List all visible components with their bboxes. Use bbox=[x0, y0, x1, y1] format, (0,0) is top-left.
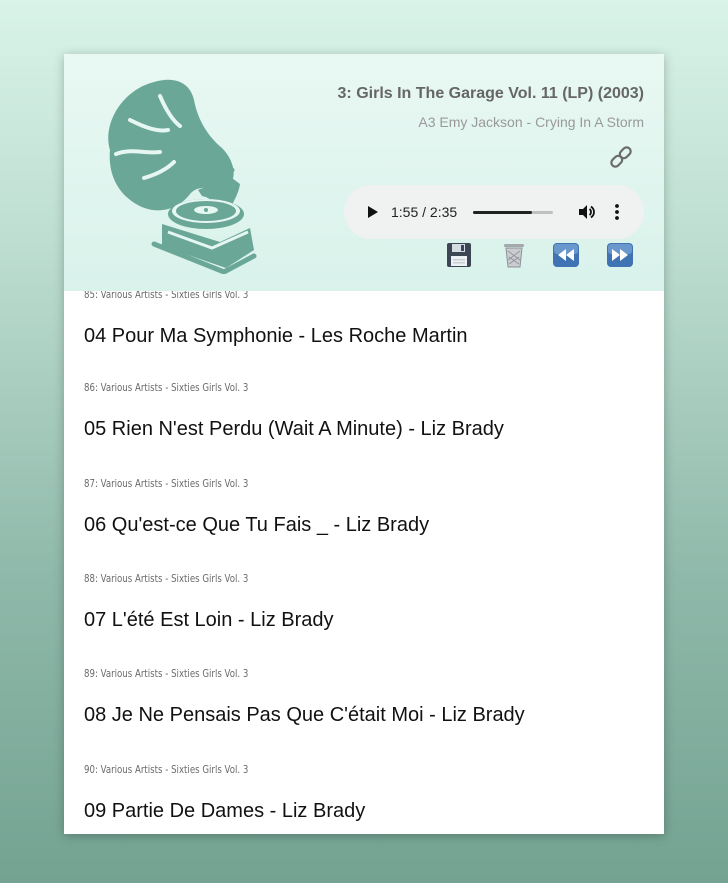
track-title[interactable]: 07 L'été Est Loin - Liz Brady bbox=[84, 608, 654, 632]
album-title: 3: Girls In The Garage Vol. 11 (LP) (200… bbox=[337, 85, 644, 102]
track-meta: 90: Various Artists - Sixties Girls Vol.… bbox=[84, 764, 249, 776]
play-icon[interactable] bbox=[362, 202, 382, 222]
playback-time: 1:55 / 2:35 bbox=[391, 204, 458, 220]
seek-bar[interactable] bbox=[473, 211, 553, 214]
floppy-disk-icon[interactable] bbox=[444, 240, 474, 270]
list-item[interactable]: 85: Various Artists - Sixties Girls Vol.… bbox=[84, 289, 654, 348]
list-item[interactable]: 86: Various Artists - Sixties Girls Vol.… bbox=[84, 382, 654, 441]
more-options-icon[interactable] bbox=[610, 202, 624, 222]
link-icon[interactable] bbox=[607, 143, 635, 171]
track-title[interactable]: 05 Rien N'est Perdu (Wait A Minute) - Li… bbox=[84, 417, 654, 441]
now-playing-header: 3: Girls In The Garage Vol. 11 (LP) (200… bbox=[64, 54, 664, 291]
track-title[interactable]: 06 Qu'est-ce Que Tu Fais _ - Liz Brady bbox=[84, 513, 654, 537]
trash-icon[interactable] bbox=[499, 240, 529, 270]
seek-bar-fill bbox=[473, 211, 533, 214]
track-meta: 88: Various Artists - Sixties Girls Vol.… bbox=[84, 573, 249, 585]
track-title[interactable]: 08 Je Ne Pensais Pas Que C'était Moi - L… bbox=[84, 703, 654, 727]
list-item[interactable]: 87: Various Artists - Sixties Girls Vol.… bbox=[84, 478, 654, 537]
track-meta: 89: Various Artists - Sixties Girls Vol.… bbox=[84, 668, 249, 680]
fast-forward-icon[interactable] bbox=[605, 240, 635, 270]
track-meta: 87: Various Artists - Sixties Girls Vol.… bbox=[84, 478, 249, 490]
list-item[interactable]: 90: Various Artists - Sixties Girls Vol.… bbox=[84, 764, 654, 823]
list-item[interactable]: 88: Various Artists - Sixties Girls Vol.… bbox=[84, 573, 654, 632]
player-card: 85: Various Artists - Sixties Girls Vol.… bbox=[64, 54, 664, 834]
current-track: A3 Emy Jackson - Crying In A Storm bbox=[418, 114, 644, 130]
track-title[interactable]: 04 Pour Ma Symphonie - Les Roche Martin bbox=[84, 324, 654, 348]
list-item[interactable]: 89: Various Artists - Sixties Girls Vol.… bbox=[84, 668, 654, 727]
gramophone-logo-icon bbox=[108, 79, 257, 274]
volume-icon[interactable] bbox=[576, 202, 596, 222]
rewind-icon[interactable] bbox=[551, 240, 581, 270]
track-meta: 86: Various Artists - Sixties Girls Vol.… bbox=[84, 382, 249, 394]
audio-player: 1:55 / 2:35 bbox=[344, 185, 644, 239]
track-title[interactable]: 09 Partie De Dames - Liz Brady bbox=[84, 799, 654, 823]
